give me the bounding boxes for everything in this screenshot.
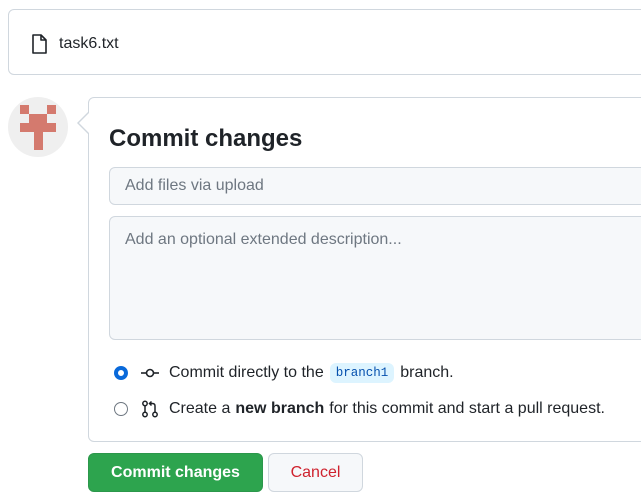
commit-directly-text: Commit directly to the [169,364,324,381]
option-commit-directly[interactable]: Commit directly to the branch1 branch. [114,362,454,384]
new-branch-suffix: for this commit and start a pull request… [329,400,605,417]
avatar[interactable] [8,97,68,157]
git-commit-icon [141,368,159,378]
new-branch-text: Create a [169,400,231,417]
file-header: task6.txt [8,9,641,75]
cancel-button[interactable]: Cancel [268,453,363,492]
panel-caret-fill [79,113,89,133]
file-name: task6.txt [59,35,119,52]
identicon-avatar [20,105,56,150]
new-branch-bold: new branch [235,400,325,417]
commit-description-input[interactable] [109,216,641,340]
commit-title: Commit changes [109,125,303,152]
git-pull-request-icon [142,400,158,418]
option-new-branch[interactable]: Create a new branch for this commit and … [114,398,605,420]
commit-directly-suffix: branch. [400,364,454,381]
file-icon [32,34,47,54]
commit-directly-radio[interactable] [114,366,128,380]
branch-name: branch1 [329,363,395,383]
commit-changes-button[interactable]: Commit changes [88,453,263,492]
new-branch-radio[interactable] [114,402,128,416]
commit-summary-input[interactable] [109,167,641,205]
